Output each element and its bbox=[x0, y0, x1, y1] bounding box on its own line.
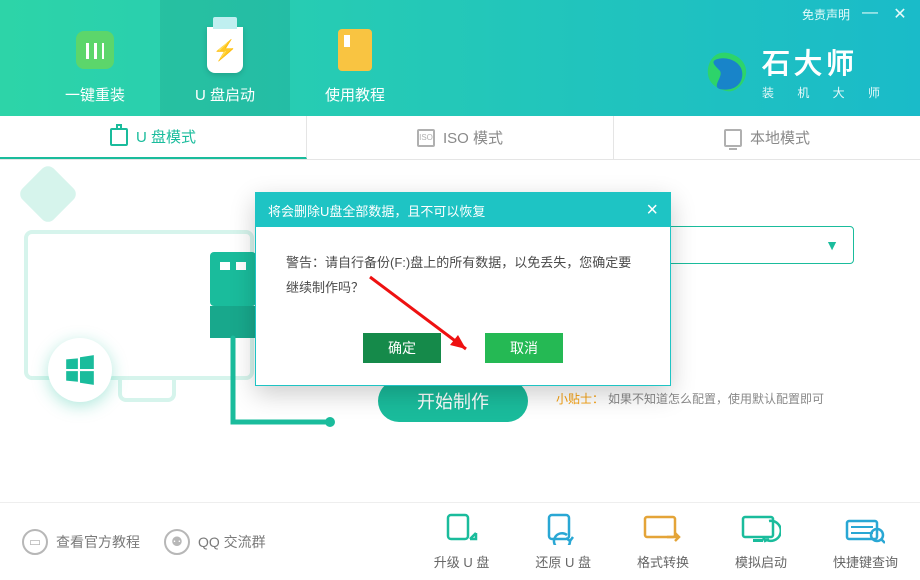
start-button[interactable]: 开始制作 bbox=[378, 380, 528, 422]
format-convert-icon bbox=[641, 512, 685, 546]
official-tutorial-label: 查看官方教程 bbox=[56, 532, 140, 552]
dialog-title: 将会删除U盘全部数据，且不可以恢复 bbox=[268, 201, 485, 220]
qq-group-label: QQ 交流群 bbox=[198, 532, 266, 552]
tool-simulate-boot[interactable]: 模拟启动 bbox=[735, 512, 787, 571]
qq-group-link[interactable]: ⚉ QQ 交流群 bbox=[164, 529, 266, 555]
decorative-square bbox=[17, 163, 79, 225]
tab-usb-boot-label: U 盘启动 bbox=[195, 84, 255, 105]
minimize-button[interactable]: — bbox=[862, 4, 878, 24]
tutorial-icon bbox=[338, 29, 372, 71]
mode-tab-iso-label: ISO 模式 bbox=[443, 127, 503, 148]
tab-usb-boot[interactable]: U 盘启动 bbox=[160, 0, 290, 116]
tool-upgrade-label: 升级 U 盘 bbox=[434, 552, 490, 571]
reinstall-icon bbox=[76, 31, 114, 69]
tab-tutorial[interactable]: 使用教程 bbox=[290, 0, 420, 116]
tool-hotkey-query[interactable]: 快捷键查询 bbox=[833, 512, 898, 571]
iso-mode-icon: ISO bbox=[417, 129, 435, 147]
upgrade-usb-icon bbox=[440, 512, 484, 546]
local-mode-icon bbox=[724, 129, 742, 147]
app-header: 免责声明 — ✕ 一键重装 U 盘启动 使用教程 石大师 装 机 大 师 bbox=[0, 0, 920, 116]
mode-tab-usb-label: U 盘模式 bbox=[136, 126, 196, 147]
people-icon: ⚉ bbox=[164, 529, 190, 555]
hotkey-query-icon bbox=[843, 512, 887, 546]
tip-label: 小贴士： bbox=[556, 392, 604, 406]
close-button[interactable]: ✕ bbox=[892, 4, 908, 24]
disclaimer-link[interactable]: 免责声明 bbox=[802, 6, 850, 23]
usb-boot-icon bbox=[207, 27, 243, 73]
tab-reinstall[interactable]: 一键重装 bbox=[30, 0, 160, 116]
dialog-footer: 确定 取消 bbox=[256, 327, 670, 385]
windows-badge bbox=[48, 338, 112, 402]
tip-body: 如果不知道怎么配置，使用默认配置即可 bbox=[608, 392, 824, 406]
tool-upgrade-usb[interactable]: 升级 U 盘 bbox=[434, 512, 490, 571]
window-controls: — ✕ bbox=[862, 4, 908, 24]
mode-tab-iso[interactable]: ISO ISO 模式 bbox=[307, 116, 614, 159]
brand-subtitle: 装 机 大 师 bbox=[762, 84, 890, 101]
mode-tab-usb[interactable]: U 盘模式 bbox=[0, 116, 307, 159]
book-icon: ▭ bbox=[22, 529, 48, 555]
tool-restore-usb[interactable]: 还原 U 盘 bbox=[535, 512, 591, 571]
confirm-dialog: 将会删除U盘全部数据，且不可以恢复 × 警告：请自行备份(F:)盘上的所有数据，… bbox=[255, 192, 671, 386]
mode-tabs: U 盘模式 ISO ISO 模式 本地模式 bbox=[0, 116, 920, 160]
brand-logo-icon bbox=[704, 49, 750, 95]
nav-tabs: 一键重装 U 盘启动 使用教程 bbox=[30, 0, 420, 116]
mode-tab-local[interactable]: 本地模式 bbox=[614, 116, 920, 159]
cancel-button[interactable]: 取消 bbox=[485, 333, 563, 363]
tool-simulate-label: 模拟启动 bbox=[735, 552, 787, 571]
mode-tab-local-label: 本地模式 bbox=[750, 127, 810, 148]
tool-format-convert[interactable]: 格式转换 bbox=[637, 512, 689, 571]
tab-reinstall-label: 一键重装 bbox=[65, 84, 125, 105]
brand: 石大师 装 机 大 师 bbox=[704, 42, 890, 101]
footer: ▭ 查看官方教程 ⚉ QQ 交流群 升级 U 盘 还原 U 盘 格式转换 模拟启… bbox=[0, 502, 920, 580]
restore-usb-icon bbox=[541, 512, 585, 546]
tool-hotkey-label: 快捷键查询 bbox=[833, 552, 898, 571]
dialog-close-icon[interactable]: × bbox=[646, 199, 658, 222]
tip-text: 小贴士： 如果不知道怎么配置，使用默认配置即可 bbox=[556, 390, 824, 407]
ok-button[interactable]: 确定 bbox=[363, 333, 441, 363]
usb-mode-icon bbox=[110, 128, 128, 146]
dialog-body: 警告：请自行备份(F:)盘上的所有数据，以免丢失，您确定要继续制作吗？ bbox=[256, 227, 670, 327]
official-tutorial-link[interactable]: ▭ 查看官方教程 bbox=[22, 529, 140, 555]
simulate-boot-icon bbox=[739, 512, 783, 546]
brand-title: 石大师 bbox=[762, 42, 858, 82]
chevron-down-icon: ▼ bbox=[825, 237, 839, 253]
tool-format-label: 格式转换 bbox=[637, 552, 689, 571]
dialog-header: 将会删除U盘全部数据，且不可以恢复 × bbox=[256, 193, 670, 227]
tool-restore-label: 还原 U 盘 bbox=[535, 552, 591, 571]
tab-tutorial-label: 使用教程 bbox=[325, 84, 385, 105]
